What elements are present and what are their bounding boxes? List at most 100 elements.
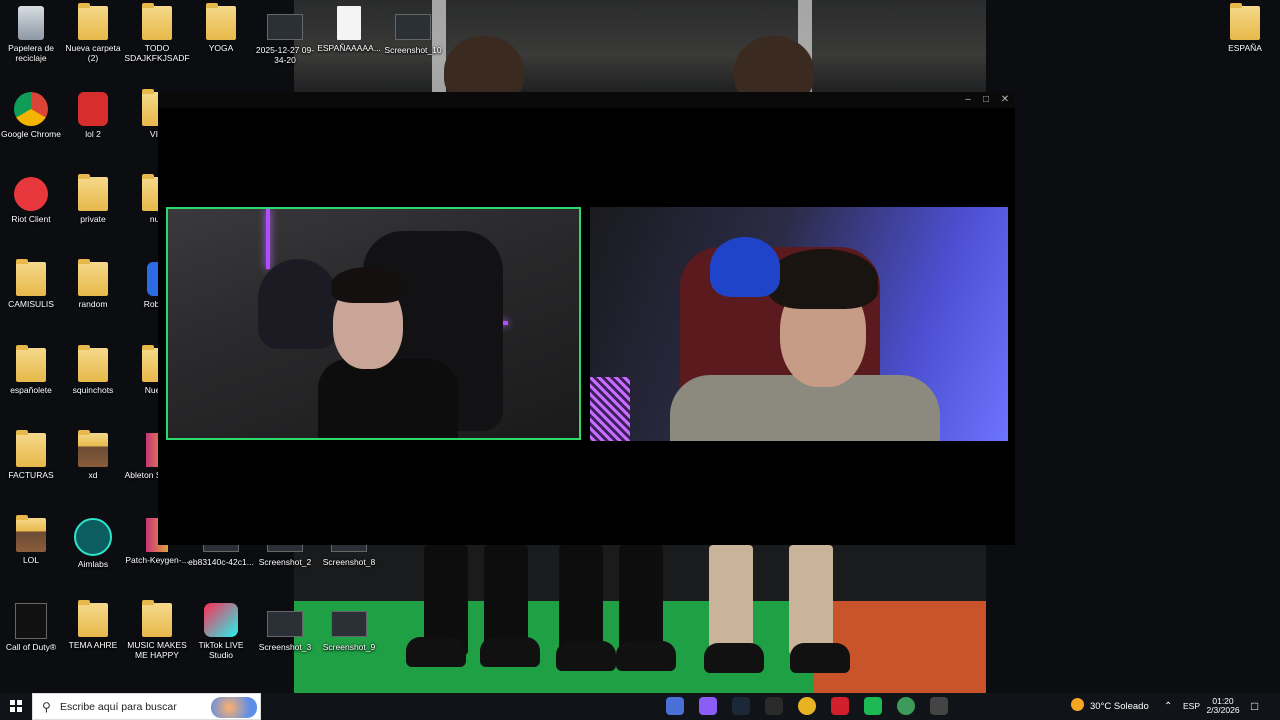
desktop-icon-label: random	[78, 299, 108, 309]
desktop-icon-label: Screenshot_10	[384, 45, 442, 55]
desktop-icon-label: xd	[88, 470, 98, 480]
folder-icon	[78, 600, 108, 637]
video-call-window[interactable]: – □ ✕	[158, 92, 1015, 545]
maximize-button[interactable]: □	[977, 93, 995, 107]
desktop-icon[interactable]: 2025-12-27 09-34-20	[252, 6, 318, 65]
chevron-up-icon[interactable]: ⌃	[1164, 693, 1172, 720]
desktop-icon[interactable]: Google Chrome	[0, 92, 64, 139]
desktop-icon[interactable]: Riot Client	[0, 177, 64, 224]
shoe	[790, 643, 850, 673]
language-indicator[interactable]: ESP	[1183, 693, 1200, 720]
recycle-bin-icon	[18, 6, 44, 40]
desktop-icon[interactable]: CAMISULIS	[0, 259, 64, 309]
desktop-icon-label: TikTok LIVE Studio	[198, 640, 244, 660]
desktop-icon-label: Google Chrome	[0, 129, 61, 139]
close-button[interactable]: ✕	[996, 93, 1014, 107]
riot-client-icon	[14, 177, 48, 211]
folder-icon	[78, 345, 108, 382]
call-of-duty-icon	[15, 603, 47, 639]
participant-right-video-tile[interactable]	[590, 207, 1008, 441]
desktop-icon[interactable]: lol 2	[60, 92, 126, 139]
participant-left-video-tile[interactable]	[166, 207, 581, 440]
desktop-icon-label: FACTURAS	[8, 470, 54, 480]
desktop-icon[interactable]: squinchots	[60, 345, 126, 395]
desktop-icon[interactable]: Aimlabs	[60, 518, 126, 569]
desktop-icon[interactable]: TikTok LIVE Studio	[188, 603, 254, 660]
desktop-icon[interactable]: Papelera de reciclaje	[0, 6, 64, 63]
shoe	[556, 641, 616, 671]
image-file-icon	[395, 14, 431, 40]
shoe	[406, 637, 466, 667]
background-chair	[258, 259, 338, 349]
chrome-icon[interactable]	[798, 697, 816, 715]
copilot-icon[interactable]	[699, 697, 717, 715]
desktop-icon[interactable]: LOL	[0, 515, 64, 565]
search-placeholder: Escribe aquí para buscar	[60, 701, 177, 713]
chrome-profile-icon[interactable]	[666, 697, 684, 715]
aimlabs-icon	[74, 518, 112, 556]
folder-icon	[78, 430, 108, 467]
desktop-icon-label: ESPAÑAAAAA...	[317, 43, 381, 53]
desktop-icon-label: TEMA AHRE	[68, 640, 118, 650]
desktop-icon-label: eb83140c-42c1...	[188, 557, 254, 567]
leg	[709, 545, 753, 655]
spotify-icon[interactable]	[864, 697, 882, 715]
desktop-icon-label: TODO SDAJKFKJSADF	[124, 43, 190, 63]
desktop-icon-label: ESPAÑA	[1228, 43, 1262, 53]
steam-icon[interactable]	[732, 697, 750, 715]
leg	[559, 545, 603, 655]
desktop-icon-label: Nueva carpeta (2)	[65, 43, 121, 63]
taskbar-search-box[interactable]: ⚲ Escribe aquí para buscar	[32, 693, 261, 720]
shoe	[480, 637, 540, 667]
person-hair	[768, 249, 878, 309]
desktop-icon[interactable]: TEMA AHRE	[60, 600, 126, 650]
desktop-icon[interactable]: xd	[60, 430, 126, 480]
desktop-icon[interactable]: FACTURAS	[0, 430, 64, 480]
folder-icon	[16, 515, 46, 552]
desktop-icon-label: MUSIC MAKES ME HAPPY	[127, 640, 187, 660]
app-icon	[78, 92, 108, 126]
desktop-icon-label: españolete	[10, 385, 52, 395]
desktop-icon-label: Screenshot_3	[258, 642, 312, 652]
person-hair	[331, 267, 406, 303]
background-room-floor	[294, 545, 986, 693]
video-file-icon	[267, 14, 303, 40]
epic-games-icon[interactable]	[765, 697, 783, 715]
taskbar: ⚲ Escribe aquí para buscar 30°C Soleado …	[0, 693, 1280, 720]
sun-icon	[1071, 698, 1084, 711]
desktop-icon[interactable]: TODO SDAJKFKJSADF	[124, 3, 190, 63]
plush-toy	[710, 237, 780, 297]
desktop-icon[interactable]: ESPAÑAAAAA...	[316, 6, 382, 53]
desktop-icon[interactable]: españolete	[0, 345, 64, 395]
folder-icon	[78, 259, 108, 296]
desktop-icon[interactable]: Screenshot_10	[380, 6, 446, 55]
notification-icon[interactable]: □	[1251, 693, 1258, 720]
search-highlight-icon	[211, 697, 257, 718]
weather-widget[interactable]: 30°C Soleado	[1071, 693, 1149, 720]
chrome-alt-icon[interactable]	[897, 697, 915, 715]
image-file-icon	[267, 611, 303, 637]
window-titlebar[interactable]: – □ ✕	[158, 92, 1015, 108]
desktop-icon[interactable]: Screenshot_9	[316, 603, 382, 652]
clock-date: 2/3/2026	[1206, 705, 1240, 715]
obs-icon[interactable]	[930, 697, 948, 715]
desktop-icon[interactable]: random	[60, 259, 126, 309]
start-button[interactable]	[0, 693, 32, 720]
minimize-button[interactable]: –	[959, 93, 977, 107]
person-torso	[670, 375, 940, 441]
clock[interactable]: 01:20 2/3/2026	[1203, 693, 1243, 720]
desktop-icon[interactable]: MUSIC MAKES ME HAPPY	[124, 600, 190, 660]
desktop-icon[interactable]: ESPAÑA	[1212, 3, 1278, 53]
rgb-pc-case	[590, 377, 630, 441]
desktop-icon[interactable]: Screenshot_3	[252, 603, 318, 652]
desktop-icon-label: Screenshot_8	[322, 557, 376, 567]
desktop-icon[interactable]: private	[60, 174, 126, 224]
folder-icon	[142, 600, 172, 637]
search-icon: ⚲	[42, 700, 51, 714]
desktop-icon[interactable]: YOGA	[188, 3, 254, 53]
opera-icon[interactable]	[831, 697, 849, 715]
shoe	[616, 641, 676, 671]
desktop-icon[interactable]: Nueva carpeta (2)	[60, 3, 126, 63]
folder-icon	[78, 174, 108, 211]
desktop-icon[interactable]: Call of Duty®	[0, 603, 64, 652]
